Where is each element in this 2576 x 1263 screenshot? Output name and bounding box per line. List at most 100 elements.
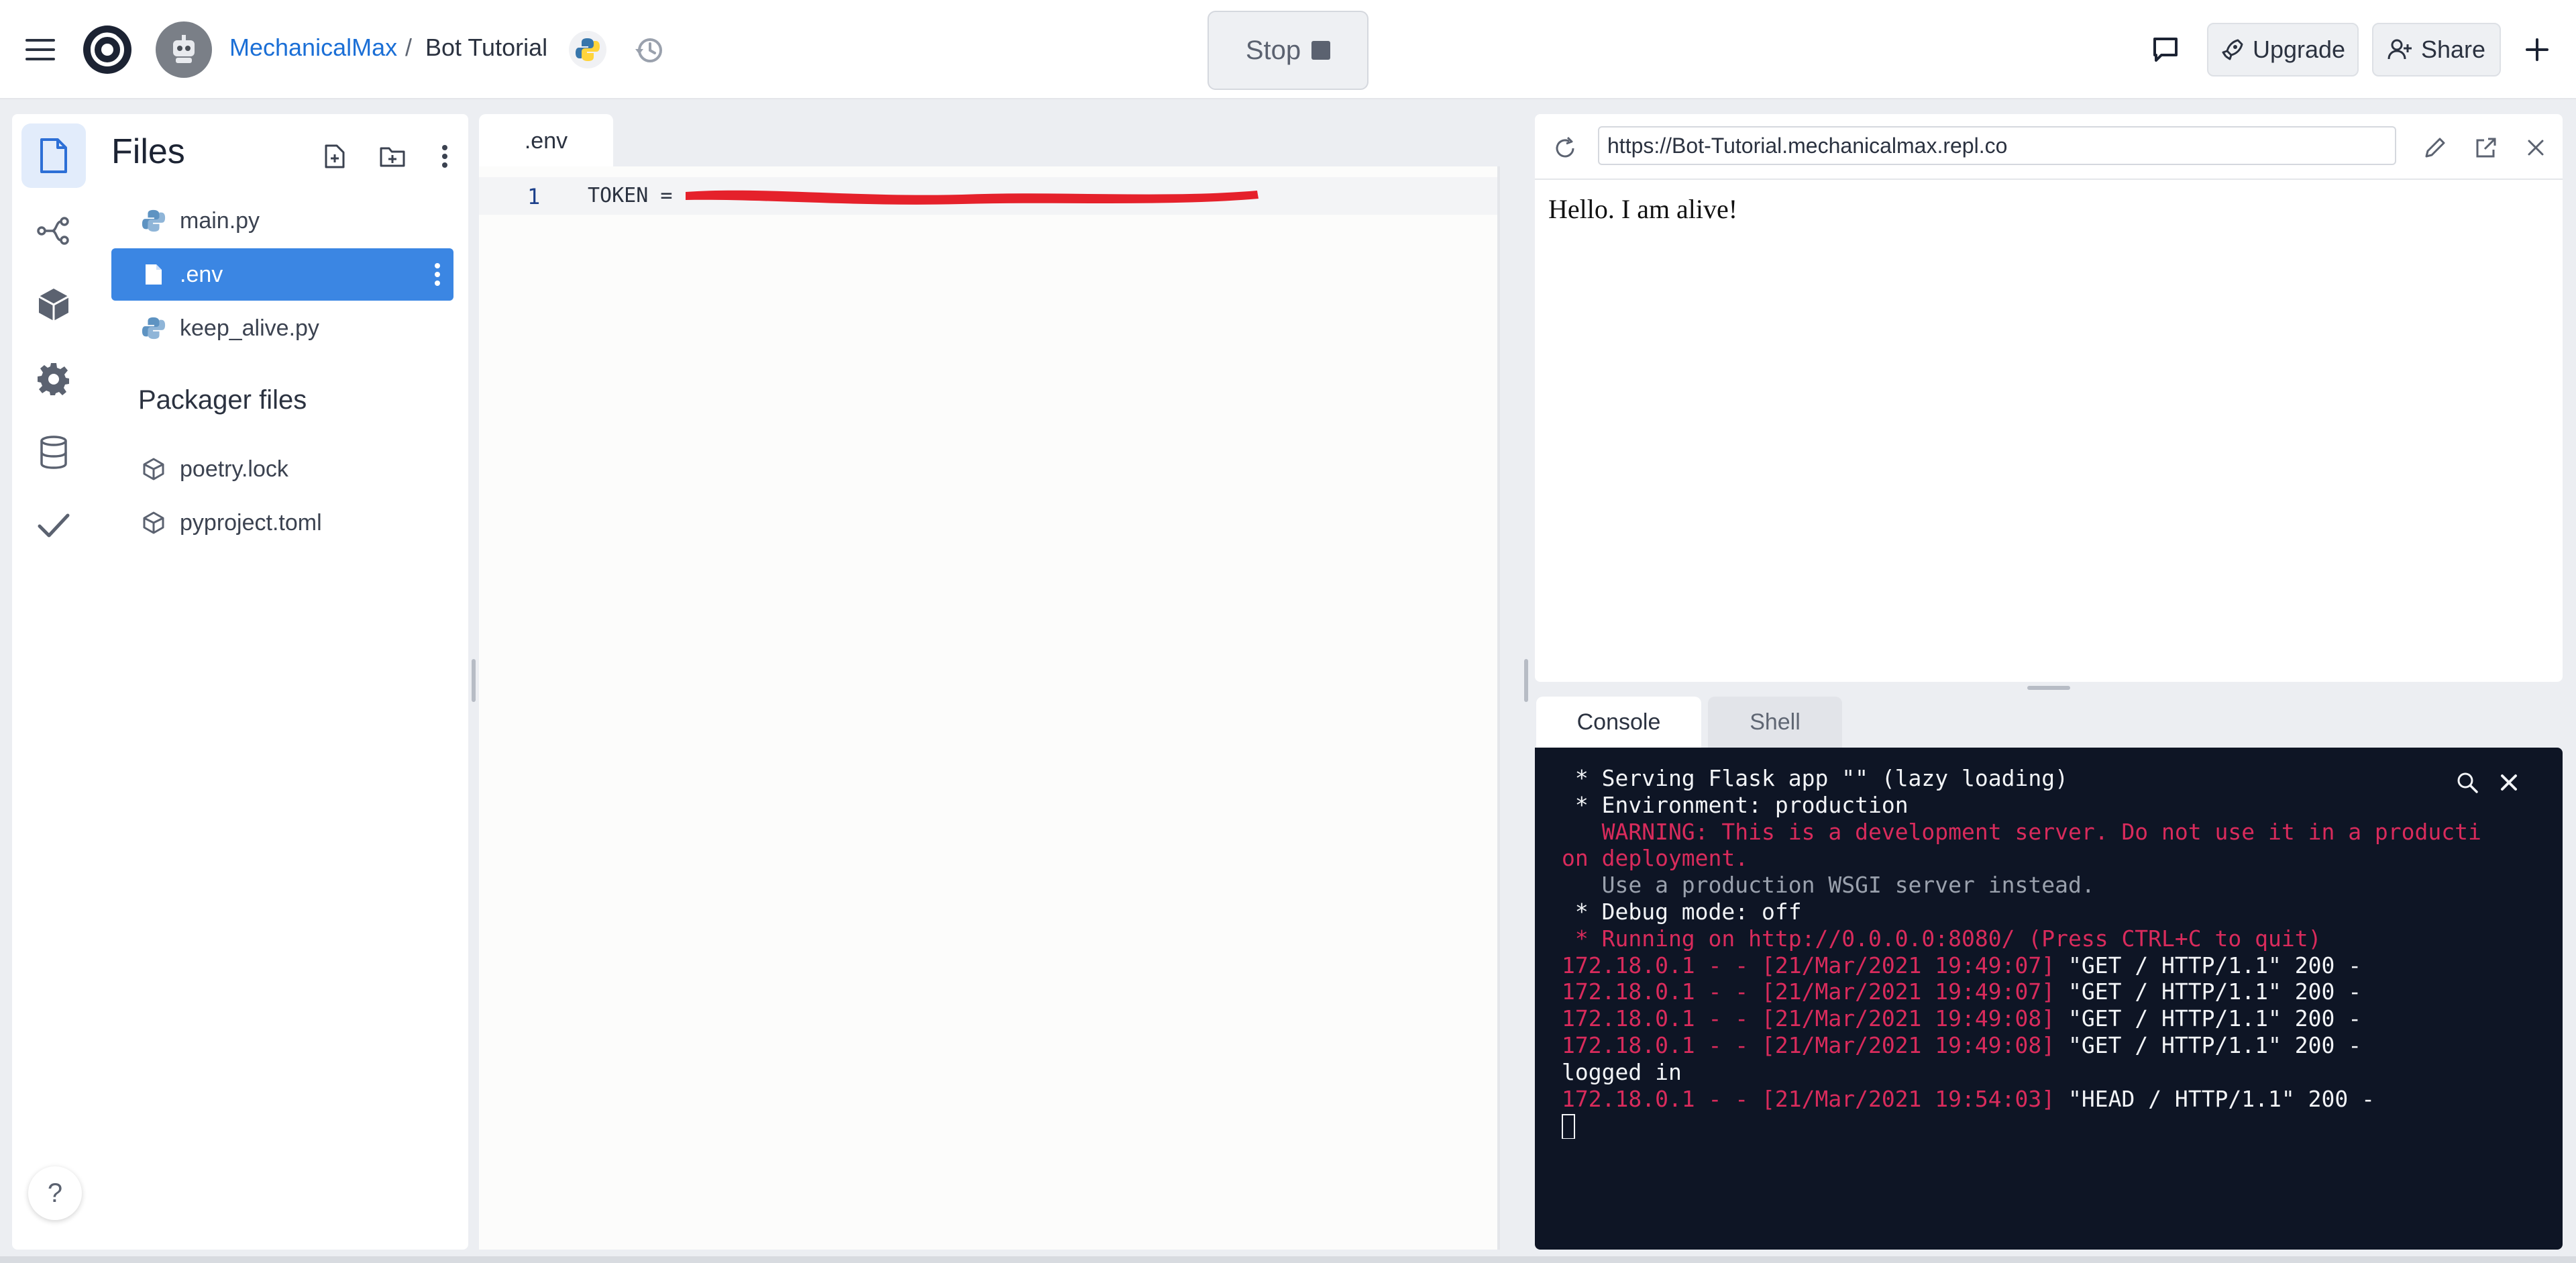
repl-name[interactable]: Bot Tutorial — [425, 34, 547, 62]
add-user-icon — [2387, 39, 2412, 60]
more-options-icon[interactable] — [429, 258, 445, 291]
console-line: logged in — [1562, 1059, 2541, 1086]
new-folder-icon[interactable] — [374, 138, 411, 174]
console-line: 172.18.0.1 - - [21/Mar/2021 19:49:07] "G… — [1562, 952, 2541, 979]
new-file-icon[interactable] — [317, 138, 353, 174]
tab-console[interactable]: Console — [1536, 697, 1701, 748]
file-name: main.py — [180, 207, 260, 234]
console-line: 172.18.0.1 - - [21/Mar/2021 19:49:08] "G… — [1562, 1032, 2541, 1059]
console-line: 172.18.0.1 - - [21/Mar/2021 19:54:03] "H… — [1562, 1086, 2541, 1113]
gear-icon[interactable] — [21, 346, 86, 411]
console-line: WARNING: This is a development server. D… — [1562, 819, 2541, 846]
code-line[interactable]: 1 TOKEN = — [479, 177, 1499, 215]
file-name: pyproject.toml — [180, 509, 322, 536]
check-icon[interactable] — [21, 494, 86, 558]
file-item-main-py[interactable]: main.py — [111, 195, 453, 247]
more-options-icon[interactable] — [427, 138, 463, 174]
python-icon — [137, 311, 170, 345]
console-line: 172.18.0.1 - - [21/Mar/2021 19:49:07] "G… — [1562, 978, 2541, 1005]
console-line-text: * Environment: production — [1562, 791, 1909, 818]
package-icon — [137, 506, 170, 540]
console-line: * Serving Flask app "" (lazy loading) — [1562, 765, 2541, 792]
tab-shell[interactable]: Shell — [1708, 697, 1842, 748]
open-new-tab-icon[interactable] — [2469, 130, 2504, 165]
pencil-icon[interactable] — [2418, 130, 2453, 165]
upgrade-button[interactable]: Upgrade — [2207, 23, 2359, 77]
avatar[interactable] — [156, 21, 212, 78]
console-line-text: "GET / HTTP/1.1" 200 - — [2068, 1005, 2362, 1032]
packager-files-title: Packager files — [138, 385, 307, 415]
help-button[interactable]: ? — [28, 1166, 82, 1220]
console-lines: * Serving Flask app "" (lazy loading) * … — [1562, 765, 2541, 1140]
url-input[interactable]: https://Bot-Tutorial.mechanicalmax.repl.… — [1598, 126, 2396, 165]
history-icon[interactable] — [631, 32, 667, 68]
webview-divider — [1535, 179, 2563, 180]
chat-icon[interactable] — [2145, 30, 2186, 70]
console-line: * Running on http://0.0.0.0:8080/ (Press… — [1562, 925, 2541, 952]
console-line-prefix: 172.18.0.1 - - [21/Mar/2021 19:49:08] — [1562, 1031, 2068, 1058]
console-line-prefix: 172.18.0.1 - - [21/Mar/2021 19:49:08] — [1562, 1005, 2068, 1032]
console-line-text: "GET / HTTP/1.1" 200 - — [2068, 952, 2362, 978]
packages-icon[interactable] — [21, 272, 86, 337]
editor-tab-env[interactable]: .env — [479, 114, 613, 168]
console-cursor — [1562, 1113, 1575, 1140]
version-control-icon[interactable] — [21, 199, 86, 263]
package-icon — [137, 452, 170, 486]
console-line-text: * Serving Flask app "" (lazy loading) — [1562, 765, 2068, 791]
editor-scrollbar[interactable] — [1497, 166, 1500, 1250]
code-editor[interactable]: 1 TOKEN = — [479, 166, 1499, 1250]
console-line-prefix: 172.18.0.1 - - [21/Mar/2021 19:49:07] — [1562, 978, 2068, 1005]
file-icon — [137, 258, 170, 291]
question-icon: ? — [47, 1178, 63, 1208]
database-icon[interactable] — [21, 420, 86, 485]
stop-button[interactable]: Stop — [1208, 11, 1368, 90]
replit-logo-icon[interactable] — [79, 21, 136, 78]
file-item-pyproject-toml[interactable]: pyproject.toml — [111, 497, 453, 549]
console-line: on deployment. — [1562, 845, 2541, 872]
plus-icon[interactable] — [2517, 30, 2557, 70]
resize-handle[interactable] — [2027, 686, 2070, 690]
console-line: Use a production WSGI server instead. — [1562, 872, 2541, 899]
share-label: Share — [2420, 36, 2486, 63]
console-line-text: "GET / HTTP/1.1" 200 - — [2068, 1031, 2362, 1058]
console-line-text: "GET / HTTP/1.1" 200 - — [2068, 978, 2362, 1005]
console-output[interactable]: * Serving Flask app "" (lazy loading) * … — [1535, 748, 2563, 1250]
status-strip — [0, 1256, 2576, 1263]
console-line-prefix: 172.18.0.1 - - [21/Mar/2021 19:49:07] — [1562, 952, 2068, 978]
console-line-prefix: 172.18.0.1 - - [21/Mar/2021 19:54:03] — [1562, 1085, 2068, 1112]
stop-label: Stop — [1245, 35, 1301, 65]
file-item-env[interactable]: .env — [111, 248, 453, 301]
console-line: * Debug mode: off — [1562, 899, 2541, 925]
files-title: Files — [111, 132, 185, 171]
stop-icon — [1311, 41, 1331, 60]
console-line-text: logged in — [1562, 1058, 1682, 1085]
webview-content: Hello. I am alive! — [1548, 194, 1738, 224]
owner-link[interactable]: MechanicalMax — [229, 34, 397, 62]
console-line: 172.18.0.1 - - [21/Mar/2021 19:49:08] "G… — [1562, 1005, 2541, 1032]
console-line-text: WARNING: This is a development server. D… — [1562, 818, 2481, 845]
python-language-icon[interactable] — [569, 31, 606, 68]
console-line: * Environment: production — [1562, 792, 2541, 819]
console-line-text: Use a production WSGI server instead. — [1562, 872, 2095, 899]
editor-panel: .env 1 TOKEN = — [479, 114, 1515, 1250]
files-icon[interactable] — [21, 123, 86, 188]
top-bar: MechanicalMax / Bot Tutorial Stop Upgrad… — [0, 0, 2576, 99]
redaction-mark — [686, 190, 1258, 205]
console-line-text: * Running on http://0.0.0.0:8080/ (Press… — [1562, 925, 2322, 952]
file-name: keep_alive.py — [180, 315, 319, 341]
console-prompt[interactable] — [1562, 1112, 2541, 1140]
resize-handle[interactable] — [472, 659, 476, 702]
webview-panel: https://Bot-Tutorial.mechanicalmax.repl.… — [1535, 114, 2563, 682]
close-icon[interactable] — [2518, 130, 2553, 165]
breadcrumb-separator: / — [405, 34, 413, 61]
files-panel: ? Files main.py .env keep_alive.py Packa… — [12, 114, 468, 1250]
resize-handle[interactable] — [1524, 659, 1528, 702]
file-item-keep-alive-py[interactable]: keep_alive.py — [111, 302, 453, 354]
line-number: 1 — [527, 184, 541, 209]
reload-icon[interactable] — [1547, 130, 1583, 166]
console-line-text: * Debug mode: off — [1562, 898, 1802, 925]
rocket-icon — [2222, 39, 2243, 60]
share-button[interactable]: Share — [2372, 23, 2501, 77]
menu-icon[interactable] — [20, 30, 60, 70]
file-item-poetry-lock[interactable]: poetry.lock — [111, 443, 453, 495]
